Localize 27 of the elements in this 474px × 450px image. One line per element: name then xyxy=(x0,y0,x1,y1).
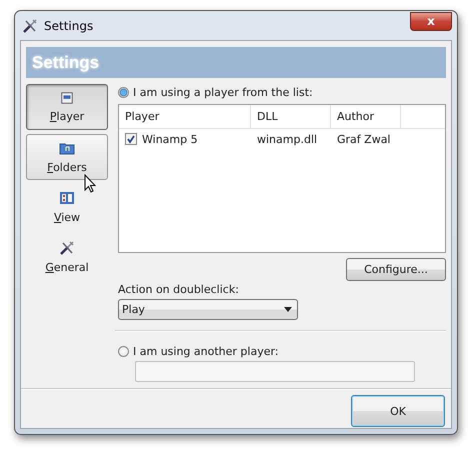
table-cell: Winamp 5 xyxy=(142,132,198,146)
close-button[interactable]: x xyxy=(410,12,452,31)
checkbox[interactable] xyxy=(125,133,137,145)
cursor-icon xyxy=(84,174,96,193)
header-title: Settings xyxy=(32,52,100,72)
panels-icon xyxy=(59,190,75,206)
table-cell-text: Graf Zwal xyxy=(336,132,392,146)
window-title: Settings xyxy=(44,18,94,32)
radio-label: I am using another player: xyxy=(133,344,279,358)
ok-button[interactable]: OK xyxy=(351,395,445,427)
action-dropdown[interactable]: Play xyxy=(118,299,298,320)
radio-button[interactable] xyxy=(118,346,129,356)
sidebar-item[interactable]: General xyxy=(26,234,108,280)
configure-button[interactable]: Configure... xyxy=(346,258,446,281)
sidebar-item[interactable]: Folders xyxy=(26,134,108,180)
radio-button[interactable] xyxy=(118,86,129,98)
caret-icon xyxy=(284,307,292,312)
table-cell-text: winamp.dll xyxy=(256,132,318,146)
window-icon xyxy=(60,91,74,105)
field-label: Action on doubleclick: xyxy=(118,283,240,296)
column-header[interactable]: Player xyxy=(119,105,251,128)
column-header[interactable]: DLL xyxy=(251,105,331,128)
radio-label: I am using a player from the list: xyxy=(133,86,313,98)
tools-icon xyxy=(59,240,75,256)
tools-icon xyxy=(22,18,38,34)
sidebar-item[interactable]: Player xyxy=(26,84,108,130)
column-header[interactable]: Author xyxy=(331,105,401,128)
